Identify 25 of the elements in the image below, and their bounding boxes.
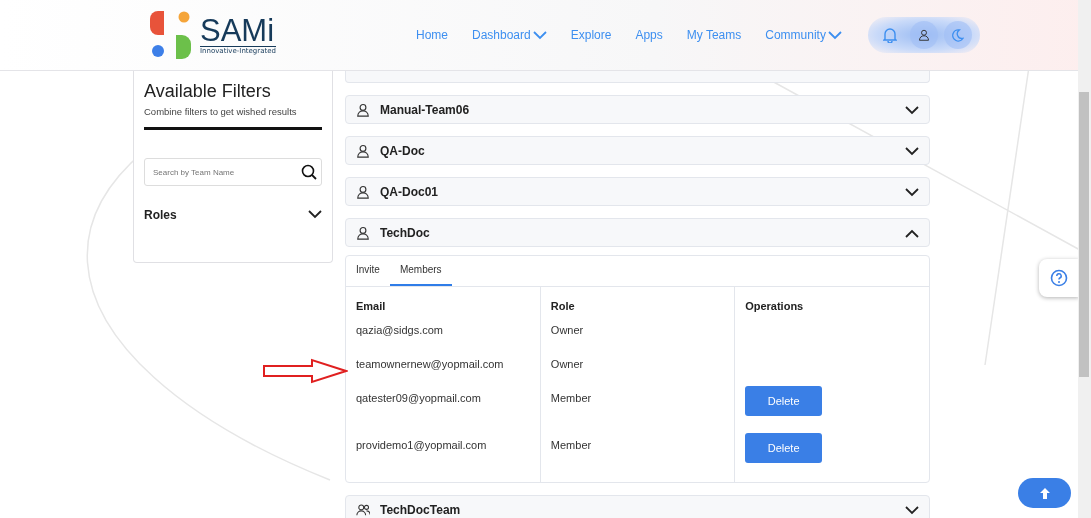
logo-text: SAMi xyxy=(200,15,275,46)
delete-button[interactable]: Delete xyxy=(745,433,823,463)
table-cell: Member xyxy=(550,392,592,404)
panel-subtitle: Combine filters to get wished results xyxy=(144,106,298,117)
team-accordion[interactable]: TechDoc xyxy=(345,218,930,247)
table-cell: providemo1@yopmail.com xyxy=(356,439,487,451)
team-accordion[interactable]: QA-Doc xyxy=(345,136,930,165)
table-cell: Owner xyxy=(550,358,584,370)
delete-button[interactable]: Delete xyxy=(745,386,823,416)
tab[interactable]: Invite xyxy=(346,256,390,286)
table-cell: Member xyxy=(550,439,592,451)
team-accordion[interactable]: Manual-Team06 xyxy=(345,95,930,124)
column-header: Email xyxy=(346,287,541,320)
table-cell: Owner xyxy=(550,324,584,336)
table-cell: qazia@sidgs.com xyxy=(356,324,443,336)
filter-section-label[interactable]: Roles xyxy=(144,208,177,222)
panel-title: Available Filters xyxy=(144,81,272,102)
table-cell: teamownernew@yopmail.com xyxy=(356,358,504,370)
column-header: Role xyxy=(540,287,735,320)
team-accordion[interactable]: TechDocTeam xyxy=(345,495,930,518)
column-header: Operations xyxy=(734,287,929,320)
team-accordion[interactable]: QA-Doc01 xyxy=(345,177,930,206)
table-cell: qatester09@yopmail.com xyxy=(356,392,481,404)
tab[interactable]: Members xyxy=(389,256,452,286)
search-field[interactable]: Search by Team Name xyxy=(144,158,322,186)
